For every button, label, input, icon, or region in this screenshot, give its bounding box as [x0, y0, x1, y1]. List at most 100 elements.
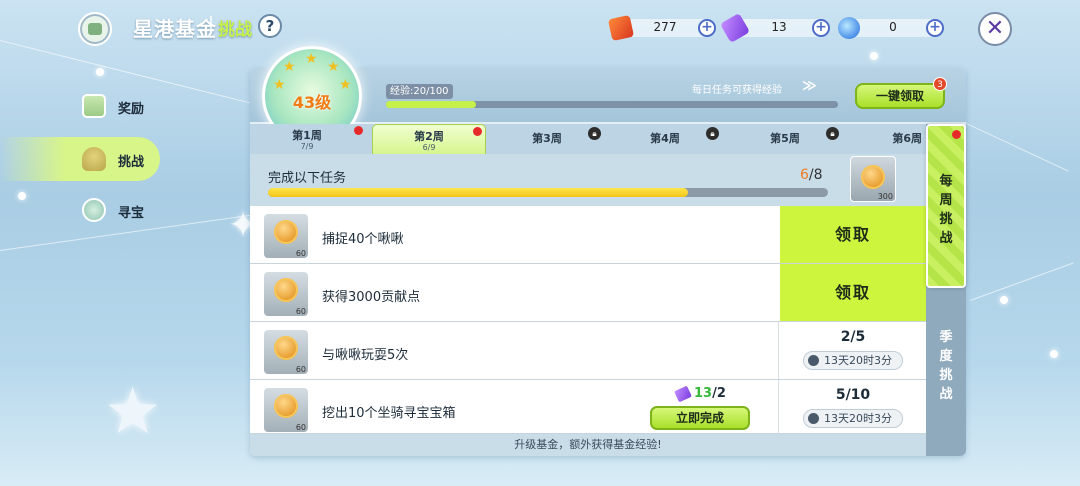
- add-gem-button[interactable]: +: [926, 19, 944, 37]
- tab-label: 第2周: [414, 130, 444, 143]
- sidebar-item-label: 奖励: [118, 102, 145, 117]
- gem-icon: [838, 17, 860, 39]
- upgrade-fund-hint: 升级基金，额外获得基金经验!: [250, 434, 926, 456]
- tab-progress: 7/9: [300, 142, 314, 151]
- tab-season-challenge[interactable]: 季度挑战: [926, 328, 966, 404]
- task-timer: 13天20时3分: [803, 409, 903, 428]
- resource-card: 277 +: [607, 14, 720, 42]
- daily-exp-hint: 每日任务可获得经验: [692, 85, 782, 96]
- red-dot-icon: [952, 130, 961, 139]
- gift-icon: [82, 94, 106, 118]
- progress-fill: [268, 188, 688, 197]
- ticket-icon: [674, 385, 692, 402]
- claim-all-button[interactable]: 一键领取: [855, 83, 945, 109]
- red-dot-icon: [354, 126, 363, 135]
- tab-week-1[interactable]: 第1周 7/9: [250, 124, 364, 154]
- tab-week-4[interactable]: 第4周 🔒︎: [608, 124, 722, 154]
- task-progress: 2/5: [840, 329, 866, 345]
- task-row: 60 与啾啾玩耍5次 2/5 13天20时3分: [250, 322, 926, 380]
- lock-icon: 🔒︎: [706, 127, 719, 140]
- task-progress: 5/10: [835, 387, 871, 403]
- star-icon: ★: [283, 59, 296, 75]
- reward-amount: 60: [295, 365, 306, 374]
- treasure-icon: [82, 198, 106, 222]
- sidebar-item-label: 寻宝: [118, 206, 145, 221]
- quick-complete-button[interactable]: 立即完成: [650, 406, 750, 430]
- exp-progress-bar: [386, 101, 838, 108]
- tab-weekly-challenge[interactable]: 每周挑战: [926, 124, 966, 288]
- star-icon: ★: [327, 59, 340, 75]
- star-icon: ★: [305, 51, 318, 67]
- reward-amount: 60: [295, 307, 306, 316]
- background-sparkle: [96, 68, 104, 76]
- task-row: 60 获得3000贡献点 领取: [250, 264, 926, 322]
- task-reward: 60: [264, 330, 308, 374]
- exp-label: 经验:20/100: [386, 84, 453, 99]
- coin-icon: [274, 336, 298, 360]
- tab-label: 第1周: [292, 129, 322, 142]
- tab-week-6[interactable]: 第6周: [848, 124, 926, 154]
- task-reward: 60: [264, 272, 308, 316]
- page-title: 星港基金: [133, 17, 217, 41]
- milestone-reward[interactable]: 300: [850, 156, 896, 202]
- resource-ticket: 13 +: [719, 12, 834, 44]
- top-bar: 星港基金 挑战 ? 277 + 13 + 0 + ✕: [0, 0, 1080, 56]
- tab-label: 第4周: [650, 132, 680, 145]
- coin-icon: [274, 220, 298, 244]
- title-divider: [210, 16, 212, 34]
- page-subtitle: 挑战: [218, 20, 252, 40]
- reward-amount: 60: [295, 423, 306, 432]
- tab-label: 第6周: [892, 132, 922, 145]
- tab-progress: 6/9: [422, 143, 436, 152]
- claim-button[interactable]: 领取: [778, 264, 926, 321]
- task-row: 60 挖出10个坐骑寻宝宝箱 13/2 立即完成 5/10 13天20时3分: [250, 380, 926, 434]
- task-status: 5/10 13天20时3分: [778, 380, 926, 434]
- clock-icon: [808, 355, 819, 366]
- sidebar-item-challenge[interactable]: 挑战: [0, 137, 160, 181]
- add-ticket-button[interactable]: +: [812, 19, 830, 37]
- sidebar-item-treasure[interactable]: 寻宝: [0, 188, 160, 232]
- tab-week-5[interactable]: 第5周 🔒︎: [728, 124, 842, 154]
- tab-week-3[interactable]: 第3周 🔒︎: [490, 124, 604, 154]
- progress-total: /8: [808, 167, 823, 183]
- resource-value: 277: [653, 20, 677, 34]
- reward-amount: 60: [295, 249, 306, 258]
- claim-button[interactable]: 领取: [778, 206, 926, 263]
- double-chevron-right-icon[interactable]: ≫: [802, 78, 817, 94]
- lock-icon: 🔒︎: [588, 127, 601, 140]
- background-line: [959, 120, 1069, 172]
- progress-title: 完成以下任务: [268, 171, 347, 186]
- task-reward: 60: [264, 214, 308, 258]
- sidebar-item-rewards[interactable]: 奖励: [0, 84, 160, 128]
- resource-value: 0: [889, 20, 897, 34]
- week-tabs: 第1周 7/9 第2周 6/9 第3周 🔒︎ 第4周 🔒︎ 第5周 🔒︎ 第6周: [250, 124, 926, 154]
- trophy-icon: [82, 147, 106, 171]
- progress-count: 6/8: [800, 167, 823, 183]
- coin-icon: [274, 394, 298, 418]
- coin-icon: [861, 165, 885, 189]
- lock-icon: 🔒︎: [826, 127, 839, 140]
- reward-amount: 300: [877, 192, 893, 201]
- tab-label: 第3周: [532, 132, 562, 145]
- tab-label: 第5周: [770, 132, 800, 145]
- progress-current: 6: [800, 167, 809, 183]
- help-button[interactable]: ?: [258, 14, 282, 38]
- task-reward: 60: [264, 388, 308, 432]
- fund-icon: [78, 12, 112, 46]
- task-timer: 13天20时3分: [803, 351, 903, 370]
- exp-progress-fill: [386, 101, 477, 108]
- red-dot-icon: [473, 127, 482, 136]
- tab-week-2[interactable]: 第2周 6/9: [372, 124, 486, 154]
- background-sparkle: [1050, 350, 1058, 358]
- ticket-need: /2: [712, 386, 726, 401]
- task-row: 60 捕捉40个啾啾 领取: [250, 206, 926, 264]
- close-button[interactable]: ✕: [978, 12, 1012, 46]
- clock-icon: [808, 413, 819, 424]
- task-name: 挖出10个坐骑寻宝宝箱: [322, 406, 456, 421]
- task-status: 2/5 13天20时3分: [778, 322, 926, 379]
- timer-text: 13天20时3分: [824, 354, 892, 367]
- notification-badge: 3: [933, 77, 947, 91]
- add-card-button[interactable]: +: [698, 19, 716, 37]
- progress-bar: [268, 188, 828, 197]
- ticket-have: 13: [694, 386, 713, 401]
